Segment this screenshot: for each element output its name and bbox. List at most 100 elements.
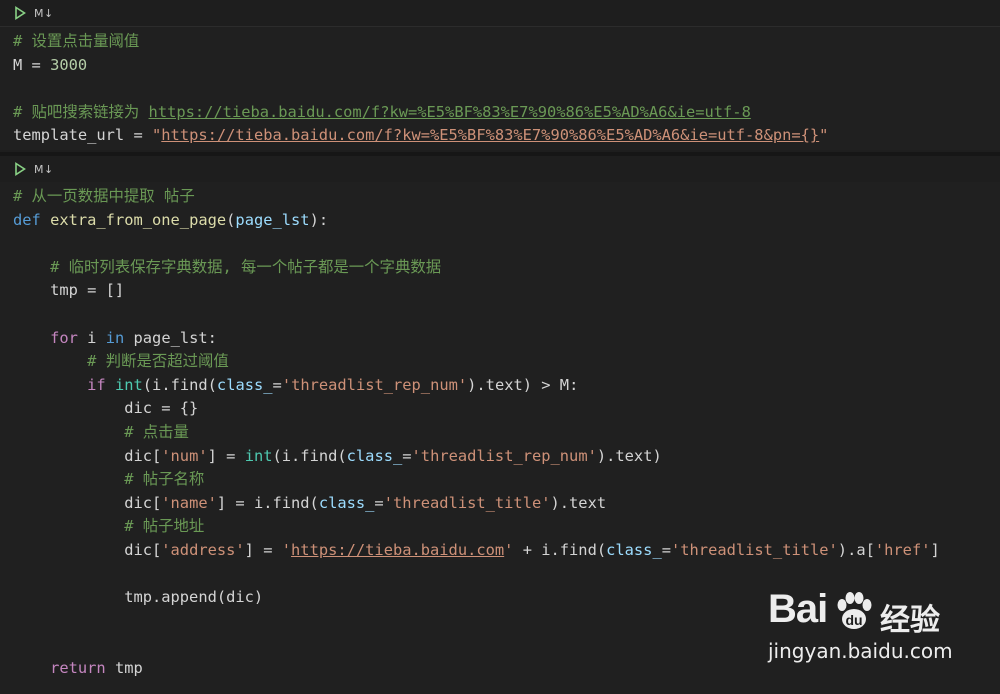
code-token: = (374, 493, 384, 512)
code-token: " (152, 126, 162, 145)
code-token: 'num' (161, 446, 208, 465)
code-token: dic[ (13, 446, 162, 465)
code-line: M = 3000 (13, 54, 1000, 78)
code-token: 'threadlist_rep_num' (411, 446, 597, 465)
code-line: tmp = [] (13, 279, 1000, 303)
code-token: dic[ (13, 540, 162, 559)
code-token: # 临时列表保存字典数据, 每一个帖子都是一个字典数据 (13, 257, 442, 276)
code-token: (i.find( (272, 446, 347, 465)
cell-toolbar: M↓ (0, 156, 1000, 182)
run-cell-icon[interactable] (12, 5, 28, 21)
code-token: ).text) > M: (467, 375, 579, 394)
code-token: + i.find( (513, 540, 607, 559)
code-token: i (77, 328, 106, 347)
code-line: if int(i.find(class_='threadlist_rep_num… (13, 374, 1000, 398)
markdown-cell-settings[interactable]: M↓ # 设置点击量阈值 M = 3000 # 贴吧搜索链接为 https://t… (0, 0, 1000, 150)
code-line: # 设置点击量阈值 (13, 30, 1000, 54)
code-token: M = (13, 55, 51, 74)
code-token: " (819, 126, 829, 145)
code-token: extra_from_one_page (50, 210, 227, 229)
code-token: page_lst: (124, 328, 217, 347)
code-token: int (244, 446, 273, 465)
markdown-badge: M↓ (34, 162, 54, 176)
jingyan-label: 经验 (880, 603, 940, 638)
code-token: = (272, 375, 282, 394)
code-token: = (661, 540, 671, 559)
code-token: 'address' (161, 540, 245, 559)
code-token: 'threadlist_title' (671, 540, 838, 559)
code-line: # 点击量 (13, 421, 1000, 445)
code-token: template_url = (13, 126, 152, 145)
code-token: 'name' (161, 493, 217, 512)
code-token: # 帖子地址 (13, 517, 205, 536)
code-token: 3000 (50, 55, 88, 74)
code-token: 'threadlist_rep_num' (281, 375, 468, 394)
code-line: # 帖子名称 (13, 468, 1000, 492)
code-token: ] = (244, 540, 282, 559)
code-token: class_ (318, 493, 375, 512)
code-line: dic = {} (13, 397, 1000, 421)
code-token: = (402, 446, 412, 465)
code-token: return (50, 658, 106, 677)
markdown-badge: M↓ (34, 6, 54, 20)
code-token: # 帖子名称 (13, 470, 205, 489)
code-token: 'href' (874, 540, 931, 559)
code-token: dic = {} (13, 399, 199, 418)
code-line: dic['num'] = int(i.find(class_='threadli… (13, 445, 1000, 469)
code-token: tmp = [] (13, 281, 125, 300)
code-line: # 贴吧搜索链接为 https://tieba.baidu.com/f?kw=%… (13, 101, 1000, 125)
code-token: in (105, 328, 125, 347)
code-token: https://tieba.baidu.com/f?kw=%E5%BF%83%E… (148, 102, 751, 121)
code-line: for i in page_lst: (13, 327, 1000, 351)
code-line: template_url = "https://tieba.baidu.com/… (13, 124, 1000, 148)
code-line: def extra_from_one_page(page_lst): (13, 209, 1000, 233)
code-line: # 从一页数据中提取 帖子 (13, 185, 1000, 209)
code-token: 'threadlist_title' (383, 493, 551, 512)
code-token: # 判断是否超过阈值 (13, 352, 229, 371)
code-token: class_ (346, 446, 403, 465)
code-token: # 点击量 (13, 422, 189, 441)
code-token: # 设置点击量阈值 (13, 32, 140, 50)
baidu-paw-icon: du (837, 592, 872, 629)
code-token: class_ (606, 540, 662, 559)
code-token: tmp (105, 658, 143, 677)
code-token: ] = i.find( (216, 493, 319, 512)
code-token: ] (930, 540, 940, 559)
code-token: tmp.append(dic) (13, 588, 264, 607)
code-token: page_lst (235, 210, 310, 229)
code-line: dic['name'] = i.find(class_='threadlist_… (13, 492, 1000, 516)
code-line: # 判断是否超过阈值 (13, 350, 1000, 374)
code-token: ] = (207, 446, 245, 465)
code-token: for (50, 328, 78, 347)
code-token: dic[ (13, 493, 162, 512)
code-token: int (114, 375, 143, 394)
code-token: class_ (216, 375, 273, 394)
code-token: # 从一页数据中提取 帖子 (13, 187, 195, 205)
code-token: ' (281, 540, 292, 559)
code-token: ).text (550, 493, 607, 512)
baidu-jingyan-watermark: Baidu du 经验 jingyan.baidu.com (768, 587, 953, 667)
watermark-url: jingyan.baidu.com (768, 639, 953, 663)
code-token: ): (309, 210, 329, 229)
code-token: https://tieba.baidu.com/f?kw=%E5%BF%83%E… (161, 126, 820, 145)
svg-text:du: du (845, 612, 862, 628)
code-token: https://tieba.baidu.com (291, 540, 505, 559)
run-cell-icon[interactable] (12, 161, 28, 177)
cell-toolbar: M↓ (0, 0, 1000, 26)
code-line: # 临时列表保存字典数据, 每一个帖子都是一个字典数据 (13, 256, 1000, 280)
code-token: def (13, 210, 51, 229)
code-token: if (87, 375, 106, 394)
code-token: ).a[ (837, 540, 875, 559)
code-editor[interactable]: # 设置点击量阈值 M = 3000 # 贴吧搜索链接为 https://tieb… (0, 26, 1000, 150)
code-line: dic['address'] = 'https://tieba.baidu.co… (13, 539, 1000, 563)
code-token: # 贴吧搜索链接为 (13, 102, 149, 121)
code-token: ).text) (596, 446, 662, 465)
